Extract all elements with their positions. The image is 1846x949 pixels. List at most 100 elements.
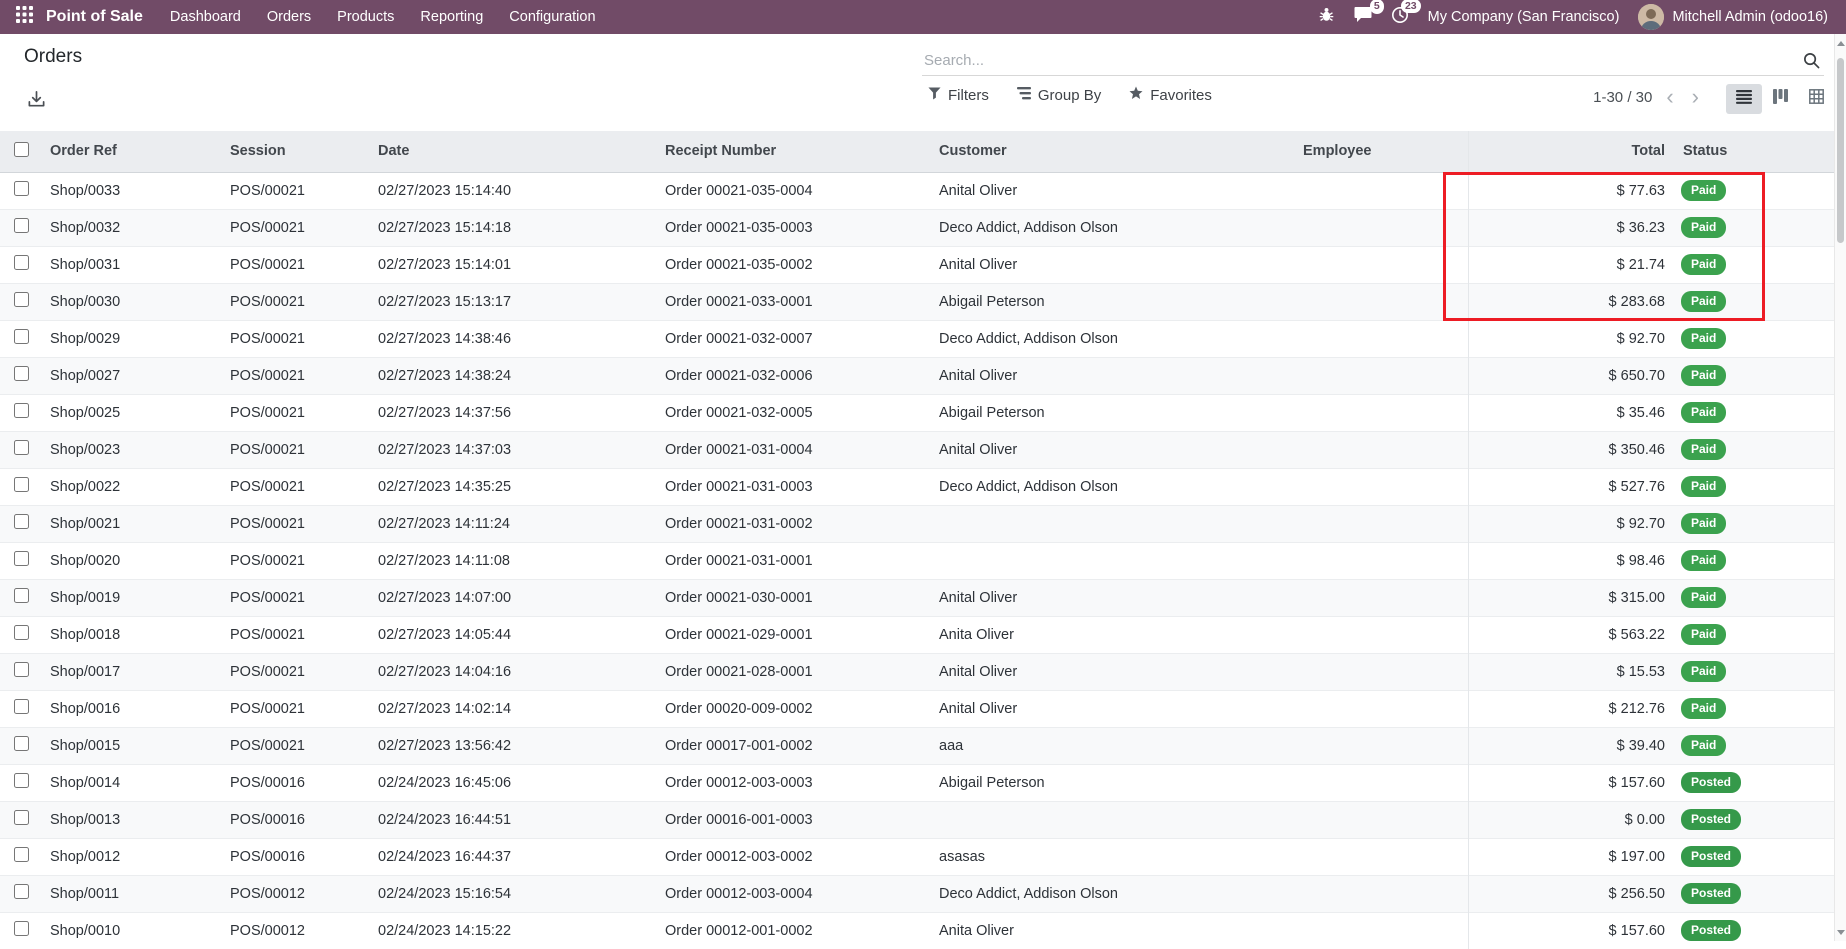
- menu-dashboard[interactable]: Dashboard: [157, 0, 254, 34]
- cell-receipt[interactable]: Order 00021-030-0001: [659, 579, 933, 616]
- cell-session[interactable]: POS/00016: [224, 764, 372, 801]
- cell-receipt[interactable]: Order 00016-001-0003: [659, 801, 933, 838]
- cell-receipt[interactable]: Order 00021-032-0006: [659, 357, 933, 394]
- cell-total[interactable]: $ 527.76: [1468, 468, 1677, 505]
- row-checkbox[interactable]: [14, 181, 29, 196]
- table-row[interactable]: Shop/0025POS/0002102/27/2023 14:37:56Ord…: [0, 394, 1834, 431]
- column-header-status[interactable]: Status: [1677, 131, 1834, 172]
- app-brand[interactable]: Point of Sale: [40, 8, 157, 26]
- cell-date[interactable]: 02/27/2023 14:05:44: [372, 616, 659, 653]
- cell-employee[interactable]: [1297, 246, 1468, 283]
- cell-customer[interactable]: Anital Oliver: [933, 431, 1297, 468]
- cell-customer[interactable]: [933, 801, 1297, 838]
- column-header-session[interactable]: Session: [224, 131, 372, 172]
- table-row[interactable]: Shop/0015POS/0002102/27/2023 13:56:42Ord…: [0, 727, 1834, 764]
- cell-customer[interactable]: Abigail Peterson: [933, 764, 1297, 801]
- cell-session[interactable]: POS/00021: [224, 616, 372, 653]
- cell-session[interactable]: POS/00016: [224, 801, 372, 838]
- cell-total[interactable]: $ 157.60: [1468, 912, 1677, 949]
- cell-employee[interactable]: [1297, 431, 1468, 468]
- cell-date[interactable]: 02/27/2023 14:11:08: [372, 542, 659, 579]
- cell-order-ref[interactable]: Shop/0011: [44, 875, 224, 912]
- cell-status[interactable]: Paid: [1677, 542, 1834, 579]
- cell-status[interactable]: Posted: [1677, 912, 1834, 949]
- cell-order-ref[interactable]: Shop/0013: [44, 801, 224, 838]
- cell-date[interactable]: 02/27/2023 14:37:56: [372, 394, 659, 431]
- cell-date[interactable]: 02/27/2023 14:07:00: [372, 579, 659, 616]
- cell-total[interactable]: $ 315.00: [1468, 579, 1677, 616]
- cell-total[interactable]: $ 563.22: [1468, 616, 1677, 653]
- cell-total[interactable]: $ 35.46: [1468, 394, 1677, 431]
- cell-date[interactable]: 02/27/2023 14:04:16: [372, 653, 659, 690]
- cell-status[interactable]: Posted: [1677, 875, 1834, 912]
- column-header-receipt-number[interactable]: Receipt Number: [659, 131, 933, 172]
- cell-employee[interactable]: [1297, 727, 1468, 764]
- row-checkbox[interactable]: [14, 662, 29, 677]
- cell-date[interactable]: 02/27/2023 15:14:40: [372, 172, 659, 209]
- cell-customer[interactable]: [933, 505, 1297, 542]
- cell-employee[interactable]: [1297, 209, 1468, 246]
- cell-receipt[interactable]: Order 00021-031-0001: [659, 542, 933, 579]
- table-row[interactable]: Shop/0016POS/0002102/27/2023 14:02:14Ord…: [0, 690, 1834, 727]
- table-row[interactable]: Shop/0021POS/0002102/27/2023 14:11:24Ord…: [0, 505, 1834, 542]
- cell-total[interactable]: $ 92.70: [1468, 320, 1677, 357]
- column-header-employee[interactable]: Employee: [1297, 131, 1468, 172]
- cell-receipt[interactable]: Order 00012-003-0003: [659, 764, 933, 801]
- favorites-button[interactable]: Favorites: [1129, 86, 1212, 104]
- cell-session[interactable]: POS/00021: [224, 727, 372, 764]
- cell-employee[interactable]: [1297, 468, 1468, 505]
- cell-customer[interactable]: Deco Addict, Addison Olson: [933, 209, 1297, 246]
- cell-session[interactable]: POS/00021: [224, 172, 372, 209]
- cell-customer[interactable]: Deco Addict, Addison Olson: [933, 468, 1297, 505]
- cell-order-ref[interactable]: Shop/0033: [44, 172, 224, 209]
- cell-order-ref[interactable]: Shop/0012: [44, 838, 224, 875]
- cell-session[interactable]: POS/00021: [224, 394, 372, 431]
- cell-session[interactable]: POS/00021: [224, 579, 372, 616]
- table-row[interactable]: Shop/0013POS/0001602/24/2023 16:44:51Ord…: [0, 801, 1834, 838]
- cell-session[interactable]: POS/00016: [224, 838, 372, 875]
- table-row[interactable]: Shop/0032POS/0002102/27/2023 15:14:18Ord…: [0, 209, 1834, 246]
- cell-session[interactable]: POS/00021: [224, 431, 372, 468]
- cell-total[interactable]: $ 256.50: [1468, 875, 1677, 912]
- cell-status[interactable]: Posted: [1677, 838, 1834, 875]
- cell-order-ref[interactable]: Shop/0030: [44, 283, 224, 320]
- cell-order-ref[interactable]: Shop/0025: [44, 394, 224, 431]
- cell-customer[interactable]: Abigail Peterson: [933, 283, 1297, 320]
- cell-session[interactable]: POS/00012: [224, 912, 372, 949]
- cell-order-ref[interactable]: Shop/0021: [44, 505, 224, 542]
- cell-date[interactable]: 02/27/2023 14:37:03: [372, 431, 659, 468]
- cell-receipt[interactable]: Order 00021-031-0004: [659, 431, 933, 468]
- pager-previous-button[interactable]: ‹: [1662, 86, 1677, 108]
- cell-receipt[interactable]: Order 00021-032-0005: [659, 394, 933, 431]
- cell-session[interactable]: POS/00021: [224, 653, 372, 690]
- table-row[interactable]: Shop/0018POS/0002102/27/2023 14:05:44Ord…: [0, 616, 1834, 653]
- menu-reporting[interactable]: Reporting: [407, 0, 496, 34]
- cell-order-ref[interactable]: Shop/0016: [44, 690, 224, 727]
- cell-employee[interactable]: [1297, 838, 1468, 875]
- table-row[interactable]: Shop/0012POS/0001602/24/2023 16:44:37Ord…: [0, 838, 1834, 875]
- cell-date[interactable]: 02/27/2023 14:02:14: [372, 690, 659, 727]
- cell-total[interactable]: $ 92.70: [1468, 505, 1677, 542]
- cell-receipt[interactable]: Order 00021-035-0003: [659, 209, 933, 246]
- row-checkbox[interactable]: [14, 366, 29, 381]
- row-checkbox[interactable]: [14, 403, 29, 418]
- cell-status[interactable]: Posted: [1677, 764, 1834, 801]
- cell-receipt[interactable]: Order 00021-031-0002: [659, 505, 933, 542]
- cell-date[interactable]: 02/27/2023 14:11:24: [372, 505, 659, 542]
- row-checkbox[interactable]: [14, 292, 29, 307]
- cell-order-ref[interactable]: Shop/0031: [44, 246, 224, 283]
- row-checkbox[interactable]: [14, 847, 29, 862]
- cell-employee[interactable]: [1297, 505, 1468, 542]
- row-checkbox[interactable]: [14, 736, 29, 751]
- cell-status[interactable]: Posted: [1677, 801, 1834, 838]
- cell-customer[interactable]: Anital Oliver: [933, 690, 1297, 727]
- cell-employee[interactable]: [1297, 801, 1468, 838]
- table-row[interactable]: Shop/0019POS/0002102/27/2023 14:07:00Ord…: [0, 579, 1834, 616]
- cell-total[interactable]: $ 39.40: [1468, 727, 1677, 764]
- table-row[interactable]: Shop/0030POS/0002102/27/2023 15:13:17Ord…: [0, 283, 1834, 320]
- column-header-total[interactable]: Total: [1468, 131, 1677, 172]
- cell-status[interactable]: Paid: [1677, 320, 1834, 357]
- cell-session[interactable]: POS/00021: [224, 320, 372, 357]
- cell-total[interactable]: $ 212.76: [1468, 690, 1677, 727]
- cell-date[interactable]: 02/27/2023 15:14:01: [372, 246, 659, 283]
